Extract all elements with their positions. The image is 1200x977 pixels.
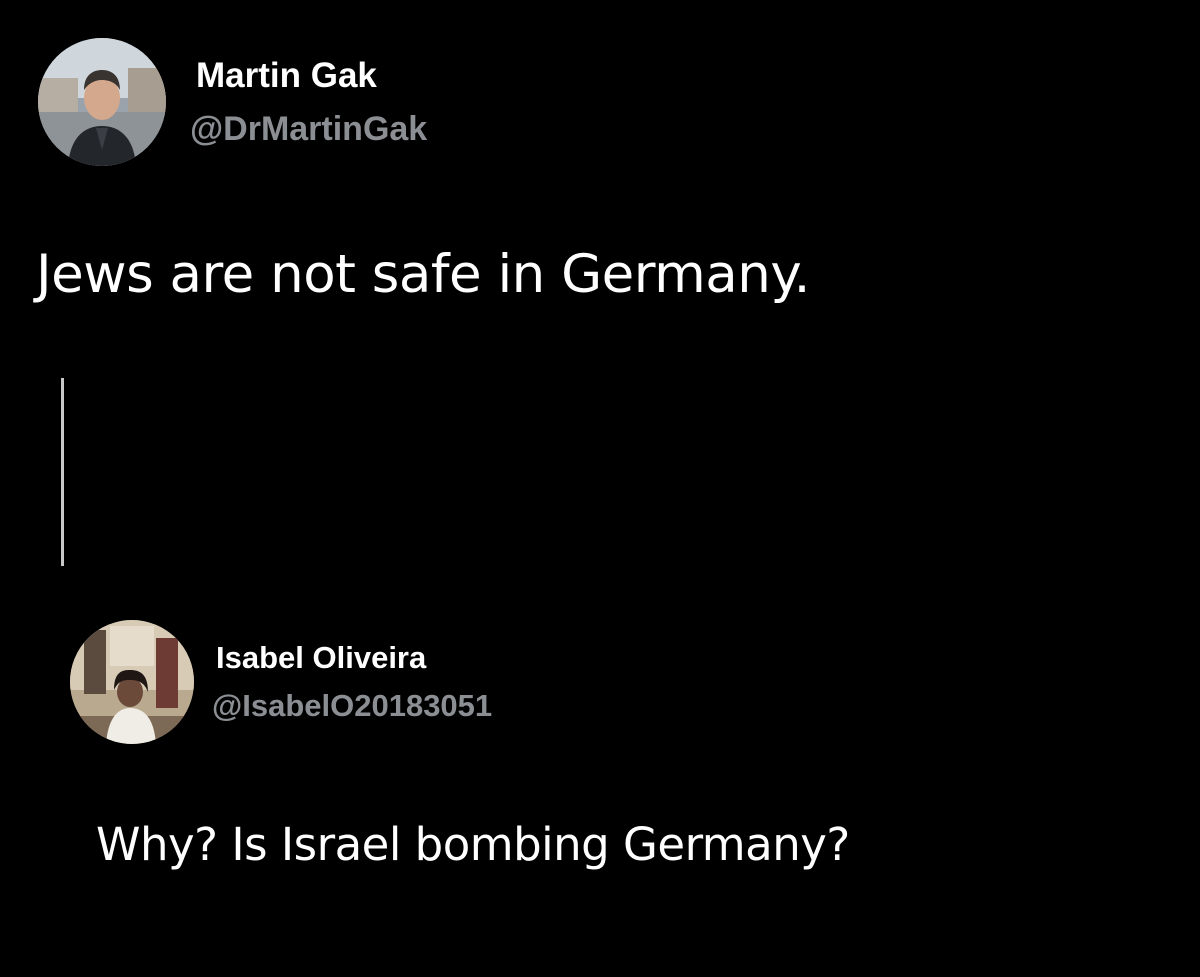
thread-connector-line xyxy=(61,378,64,566)
avatar[interactable] xyxy=(70,620,194,744)
author-handle[interactable]: @IsabelO20183051 xyxy=(212,688,492,724)
reply-text: Why? Is Israel bombing Germany? xyxy=(96,818,850,871)
avatar-photo-man-icon xyxy=(38,38,166,166)
author-name[interactable]: Isabel Oliveira xyxy=(216,640,426,676)
tweet-text: Jews are not safe in Germany. xyxy=(36,244,811,305)
author-handle[interactable]: @DrMartinGak xyxy=(190,110,427,149)
avatar-photo-woman-icon xyxy=(70,620,194,744)
author-name[interactable]: Martin Gak xyxy=(196,56,377,96)
avatar[interactable] xyxy=(38,38,166,166)
